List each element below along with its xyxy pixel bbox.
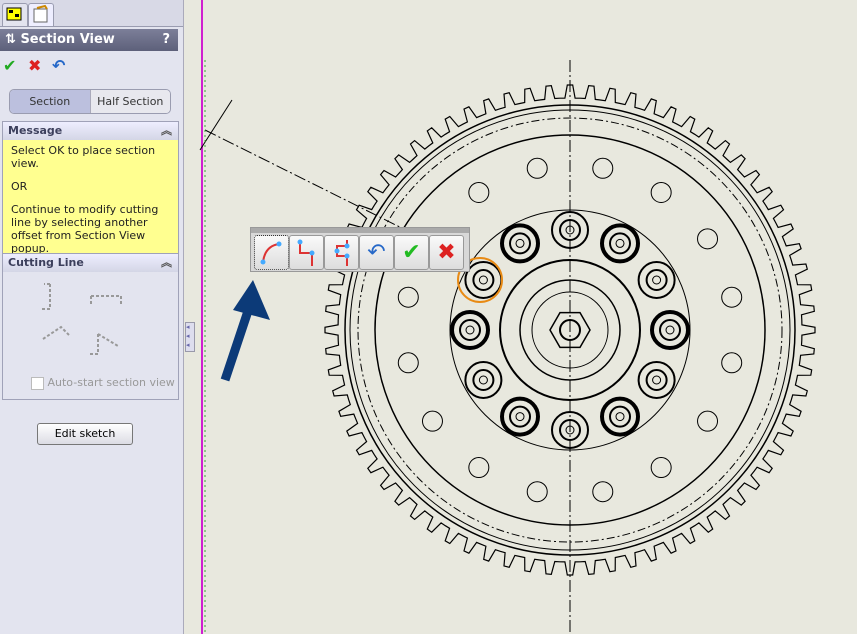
cancel-button[interactable]: ✖ — [429, 235, 464, 270]
bearing — [464, 361, 503, 399]
bearing — [450, 310, 490, 350]
bolt-hole — [721, 286, 743, 308]
ok-button[interactable]: ✔ — [394, 235, 429, 270]
bearing — [659, 319, 681, 341]
bearing — [652, 375, 662, 385]
bearing — [600, 223, 640, 264]
bearing — [478, 275, 488, 285]
bearing — [464, 261, 503, 299]
bolt-hole — [526, 481, 548, 503]
bolt-hole — [526, 157, 548, 179]
bolt-hole — [397, 352, 419, 374]
bearing — [500, 396, 540, 437]
bolt-hole — [592, 481, 614, 503]
bolt-hole — [697, 228, 719, 250]
bolt-hole — [397, 286, 419, 308]
pointer-arrow — [220, 280, 270, 382]
bearing — [515, 238, 525, 248]
bearing — [600, 396, 640, 437]
bearing — [650, 310, 690, 350]
bearing — [615, 412, 625, 422]
bearing — [465, 325, 475, 335]
bearing — [637, 261, 676, 299]
undo-button[interactable]: ↶ — [359, 235, 394, 270]
bearing — [645, 369, 668, 391]
bolt-hole — [592, 157, 614, 179]
bearing — [652, 275, 662, 285]
bearing — [500, 223, 540, 264]
bearing — [637, 361, 676, 399]
bolt-hole — [650, 457, 672, 479]
notch-offset-button[interactable] — [324, 235, 359, 270]
drawing-view[interactable] — [0, 0, 857, 634]
bearing — [615, 238, 625, 248]
bolt-hole — [421, 410, 443, 432]
bearing — [665, 325, 675, 335]
bearing — [515, 412, 525, 422]
bearing — [459, 319, 481, 341]
bearing — [609, 232, 631, 255]
bolt-hole — [721, 352, 743, 374]
bearing — [645, 269, 668, 291]
bearing — [509, 232, 531, 255]
bolt-hole — [468, 181, 490, 203]
bearing — [472, 369, 495, 391]
popup-drag-handle[interactable] — [251, 228, 469, 233]
single-offset-button[interactable] — [289, 235, 324, 270]
bolt-hole — [697, 410, 719, 432]
bearing — [472, 269, 495, 291]
bolt-hole — [468, 457, 490, 479]
bearing — [509, 405, 531, 428]
section-view-popup: ↶ ✔ ✖ — [250, 227, 470, 272]
bearing — [478, 375, 488, 385]
arc-offset-button[interactable] — [254, 235, 289, 270]
bolt-hole — [650, 181, 672, 203]
bearing — [609, 405, 631, 428]
